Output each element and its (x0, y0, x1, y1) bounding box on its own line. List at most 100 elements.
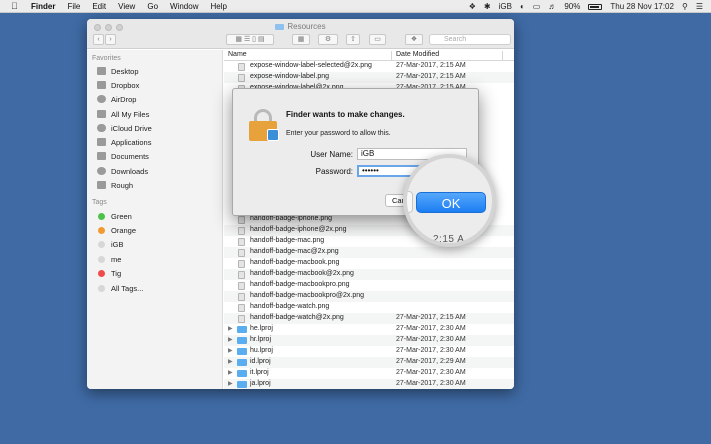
sidebar-item-rough[interactable]: Rough (97, 179, 133, 191)
gear-icon[interactable]: ⚙ (318, 34, 338, 45)
dropbox-icon[interactable]: ❖ (469, 2, 476, 11)
list-item[interactable]: handoff-badge-watch.png (224, 302, 514, 313)
file-name: handoff-badge-mac.png (250, 237, 325, 244)
sidebar-label: iCloud Drive (111, 123, 152, 133)
list-item[interactable]: handoff-badge-macbook@2x.png (224, 269, 514, 280)
column-name[interactable]: Name (228, 51, 247, 58)
applications-icon (97, 138, 106, 146)
menu-view[interactable]: View (118, 2, 135, 11)
menu-go[interactable]: Go (147, 2, 158, 11)
tag-label: Orange (111, 225, 137, 235)
folder-icon (237, 326, 247, 333)
disclosure-triangle-icon[interactable]: ▶ (228, 358, 233, 365)
file-date: 27-Mar-2017, 2:30 AM (396, 336, 466, 343)
sidebar-tag-me[interactable]: me (97, 253, 121, 265)
file-date: 27-Mar-2017, 2:15 AM (396, 314, 466, 321)
volume-icon[interactable]: ♬ (548, 2, 556, 11)
back-button[interactable]: ‹ (93, 34, 104, 45)
list-item[interactable]: ▶ he.lproj 27-Mar-2017, 2:30 AM (224, 324, 514, 335)
forward-button[interactable]: › (105, 34, 116, 45)
menu-file[interactable]: File (67, 2, 80, 11)
sidebar-tag-igb[interactable]: iGB (97, 238, 124, 250)
sidebar-tag-all[interactable]: All Tags... (97, 282, 143, 294)
clock[interactable]: Thu 28 Nov 17:02 (610, 2, 674, 11)
sidebar-item-icloud-drive[interactable]: iCloud Drive (97, 122, 152, 134)
airdrop-icon (97, 95, 106, 103)
sidebar-item-airdrop[interactable]: AirDrop (97, 93, 136, 105)
tag-dot-icon (98, 212, 105, 220)
disclosure-triangle-icon[interactable]: ▶ (228, 369, 233, 376)
search-icon[interactable]: ⚲ (682, 2, 688, 11)
cloud-icon (97, 124, 106, 132)
disclosure-triangle-icon[interactable]: ▶ (228, 380, 233, 387)
list-item[interactable]: ▶ hu.lproj 27-Mar-2017, 2:30 AM (224, 346, 514, 357)
search-input[interactable]: Search (429, 34, 511, 45)
tag-dot-icon (98, 240, 105, 248)
folder-name: hr.lproj (250, 336, 272, 343)
list-item[interactable]: handoff-badge-macbookpro.png (224, 280, 514, 291)
sidebar-item-documents[interactable]: Documents (97, 150, 149, 162)
list-item[interactable]: ▶ hr.lproj 27-Mar-2017, 2:30 AM (224, 335, 514, 346)
window-title-label: Resources (287, 22, 326, 31)
file-icon (238, 260, 245, 268)
sidebar-label: Rough (111, 180, 134, 190)
sidebar-tag-tig[interactable]: Tig (97, 267, 121, 279)
file-name: handoff-badge-macbookpro@2x.png (250, 292, 364, 299)
menu-edit[interactable]: Edit (92, 2, 106, 11)
apple-menu-icon[interactable]:  (11, 1, 23, 11)
magnified-date-fragment: 2:15 A (433, 234, 465, 245)
disclosure-triangle-icon[interactable]: ▶ (228, 347, 233, 354)
list-item[interactable]: expose-window-label.png 27-Mar-2017, 2:15… (224, 72, 514, 83)
view-mode-icon[interactable]: ▦ ☰ ▯ ▤ (226, 34, 274, 45)
menu-user[interactable]: iGB (499, 2, 512, 11)
disclosure-triangle-icon[interactable]: ▶ (228, 336, 233, 343)
list-item[interactable]: handoff-badge-mac@2x.png (224, 247, 514, 258)
wifi-icon[interactable]: ◐ (520, 2, 525, 11)
sidebar-label: AirDrop (111, 94, 137, 104)
menu-window[interactable]: Window (170, 2, 198, 11)
sidebar-label: Desktop (111, 66, 139, 76)
list-item[interactable]: expose-window-label-selected@2x.png 27-Ma… (224, 61, 514, 72)
ok-button[interactable]: OK (416, 192, 486, 213)
file-name: handoff-badge-macbookpro.png (250, 281, 350, 288)
menu-app-finder[interactable]: Finder (31, 2, 55, 11)
battery-icon[interactable] (588, 3, 603, 10)
dropbox-toolbar-icon[interactable]: ❖ (405, 34, 423, 45)
folder-icon (97, 181, 106, 189)
column-date[interactable]: Date Modified (396, 51, 439, 58)
sidebar-tag-orange[interactable]: Orange (97, 224, 136, 236)
arrange-icon[interactable]: ▦ (292, 34, 310, 45)
file-name: handoff-badge-macbook@2x.png (250, 270, 354, 277)
bluetooth-icon[interactable]: ✱ (484, 2, 491, 11)
disclosure-triangle-icon[interactable]: ▶ (228, 325, 233, 332)
sidebar-tag-green[interactable]: Green (97, 210, 132, 222)
sidebar-item-desktop[interactable]: Desktop (97, 65, 139, 77)
airplay-icon[interactable]: ▭ (533, 2, 541, 11)
tag-dot-icon (98, 284, 105, 292)
window-title: Resources (87, 22, 514, 31)
sidebar-item-applications[interactable]: Applications (97, 136, 151, 148)
file-icon (238, 315, 245, 323)
sidebar-item-all-my-files[interactable]: All My Files (97, 108, 149, 120)
tags-heading: Tags (92, 199, 107, 206)
menu-help[interactable]: Help (210, 2, 226, 11)
list-item[interactable]: ▶ ja.lproj 27-Mar-2017, 2:30 AM (224, 379, 514, 389)
folder-name: he.lproj (250, 325, 273, 332)
list-item[interactable]: handoff-badge-watch@2x.png 27-Mar-2017, 2… (224, 313, 514, 324)
sidebar-label: Documents (111, 151, 149, 161)
share-icon[interactable]: ⇧ (346, 34, 360, 45)
column-divider[interactable] (391, 51, 392, 60)
list-item[interactable]: handoff-badge-macbookpro@2x.png (224, 291, 514, 302)
finder-badge-icon (267, 129, 279, 141)
tag-icon[interactable]: ▭ (369, 34, 386, 45)
sidebar-item-downloads[interactable]: Downloads (97, 165, 148, 177)
list-item[interactable]: handoff-badge-macbook.png (224, 258, 514, 269)
notification-center-icon[interactable]: ☰ (696, 2, 703, 11)
file-name: expose-window-label.png (250, 73, 329, 80)
sidebar-item-dropbox[interactable]: Dropbox (97, 79, 139, 91)
folder-name: ja.lproj (250, 380, 271, 387)
file-date: 27-Mar-2017, 2:30 AM (396, 380, 466, 387)
column-divider[interactable] (502, 51, 503, 60)
list-item[interactable]: ▶ id.lproj 27-Mar-2017, 2:29 AM (224, 357, 514, 368)
list-item[interactable]: ▶ it.lproj 27-Mar-2017, 2:30 AM (224, 368, 514, 379)
